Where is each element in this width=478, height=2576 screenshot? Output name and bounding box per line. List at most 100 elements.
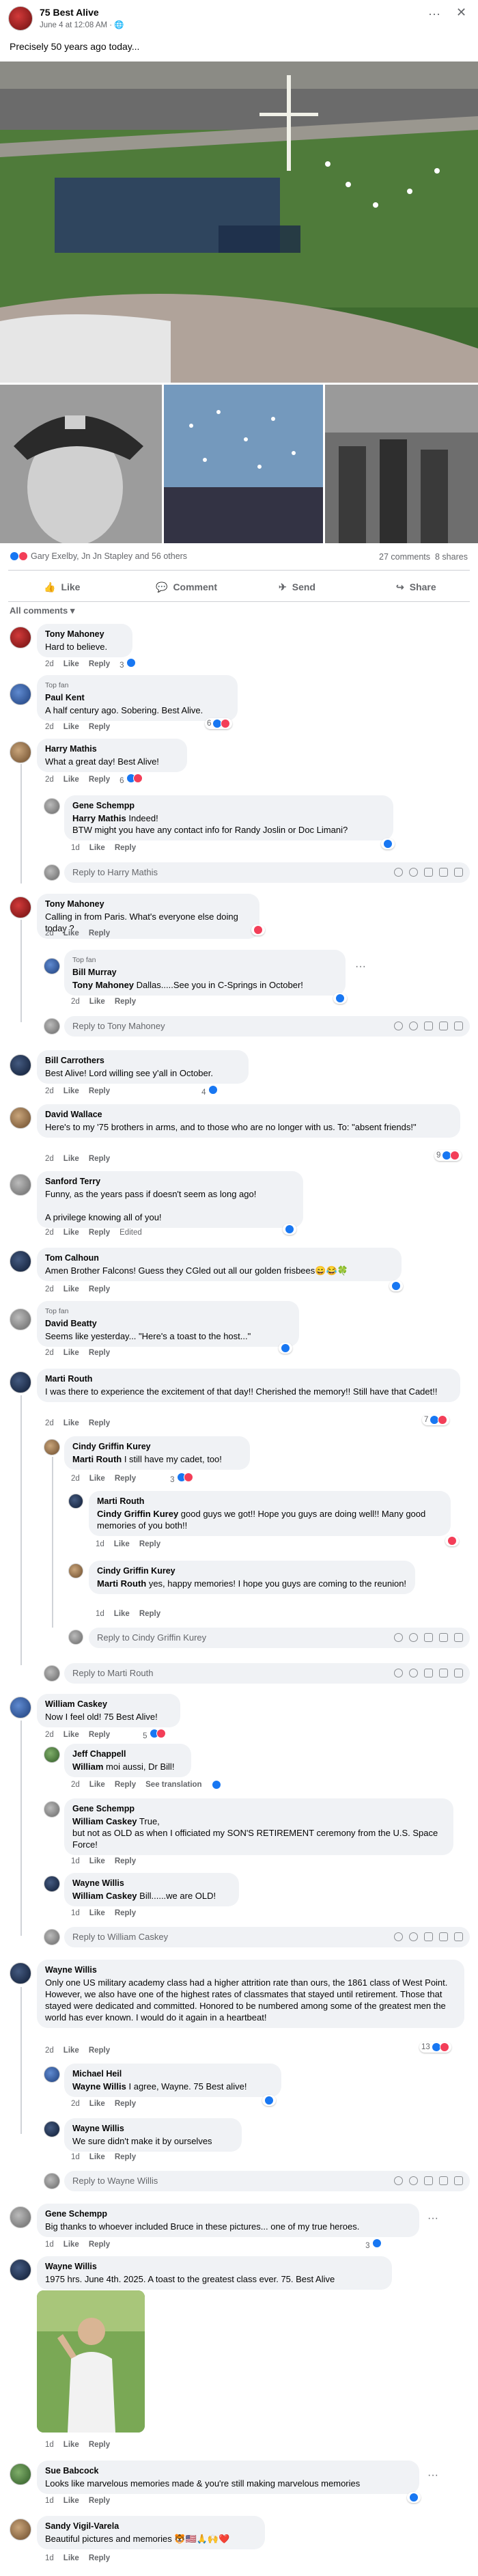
comment-author[interactable]: Gene Schempp: [72, 1803, 445, 1815]
comment-author[interactable]: Paul Kent: [45, 692, 229, 704]
avatar[interactable]: [10, 1697, 31, 1718]
reaction-count[interactable]: 6: [205, 718, 233, 729]
page-name[interactable]: 75 Best Alive: [40, 7, 99, 18]
like-link[interactable]: Like: [64, 660, 79, 668]
comment-author[interactable]: Cindy Griffin Kurey: [97, 1565, 407, 1577]
avatar[interactable]: [10, 683, 31, 705]
avatar[interactable]: [10, 2519, 31, 2540]
mention[interactable]: Harry Mathis: [72, 813, 126, 823]
comment-author[interactable]: Sandy Vigil-Varela: [45, 2521, 257, 2532]
reaction-count[interactable]: [251, 924, 265, 935]
reply-input[interactable]: Reply to William Caskey: [64, 1927, 470, 1947]
reply-link[interactable]: Reply: [89, 660, 110, 668]
mention[interactable]: Marti Routh: [97, 1578, 146, 1589]
avatar[interactable]: [44, 1439, 60, 1455]
mention[interactable]: Wayne Willis: [72, 2081, 126, 2092]
comment-author[interactable]: Wayne Willis: [72, 2123, 234, 2135]
avatar[interactable]: [10, 741, 31, 763]
more-options-icon[interactable]: ···: [355, 961, 366, 973]
avatar[interactable]: [10, 1371, 31, 1393]
comment-author[interactable]: David Wallace: [45, 1109, 452, 1121]
reply-input[interactable]: Reply to Tony Mahoney: [64, 1016, 470, 1037]
close-icon[interactable]: ✕: [456, 5, 466, 20]
reply-input[interactable]: Reply to Marti Routh: [64, 1663, 470, 1684]
comment-author[interactable]: Tom Calhoun: [45, 1252, 393, 1264]
mention[interactable]: William: [72, 1762, 103, 1772]
comment-button[interactable]: 💬 Comment: [156, 575, 217, 599]
photo-cadet-portrait[interactable]: [0, 385, 162, 543]
reaction-count[interactable]: [279, 1343, 292, 1354]
reaction-count[interactable]: [333, 993, 347, 1004]
avatar[interactable]: [44, 2121, 60, 2137]
comment-author[interactable]: Tony Mahoney: [45, 629, 124, 640]
comments-count[interactable]: 27 comments: [379, 552, 430, 562]
avatar[interactable]: [10, 1962, 31, 1984]
avatar[interactable]: [68, 1494, 83, 1509]
reaction-count[interactable]: [445, 1535, 459, 1546]
mention[interactable]: Tony Mahoney: [72, 980, 134, 990]
comment-photo[interactable]: [37, 2290, 145, 2433]
avatar[interactable]: [10, 1250, 31, 1272]
reaction-count[interactable]: 7: [422, 1414, 450, 1425]
photo-cadets-crowd[interactable]: [325, 385, 478, 543]
comment-author[interactable]: Wayne Willis: [45, 2261, 384, 2273]
avatar[interactable]: [68, 1563, 83, 1578]
avatar[interactable]: [10, 2206, 31, 2228]
comments-filter[interactable]: All comments ▾: [10, 605, 74, 616]
avatar[interactable]: [10, 896, 31, 918]
comment-author[interactable]: Wayne Willis: [45, 1964, 456, 1976]
avatar[interactable]: [44, 2066, 60, 2083]
reply-input[interactable]: Reply to Harry Mathis: [64, 862, 470, 883]
page-avatar[interactable]: [8, 6, 33, 31]
send-button[interactable]: ✈ Send: [279, 575, 315, 599]
avatar[interactable]: [10, 627, 31, 648]
photo-hat-toss[interactable]: [164, 385, 323, 543]
comment-author[interactable]: Michael Heil: [72, 2068, 273, 2080]
post-timestamp[interactable]: June 4 at 12:08 AM · 🌐: [40, 20, 124, 29]
more-options-icon[interactable]: ···: [427, 2469, 438, 2482]
comment-author[interactable]: William Caskey: [45, 1699, 172, 1710]
comment-author[interactable]: Marti Routh: [45, 1373, 452, 1385]
reactions-summary[interactable]: Gary Exelby, Jn Jn Stapley and 56 others: [10, 551, 187, 561]
reaction-count[interactable]: 9: [434, 1150, 462, 1161]
mention[interactable]: Cindy Griffin Kurey: [97, 1509, 178, 1519]
avatar[interactable]: [10, 2463, 31, 2485]
avatar[interactable]: [44, 798, 60, 814]
avatar[interactable]: [10, 1107, 31, 1129]
comment-author[interactable]: Bill Carrothers: [45, 1055, 240, 1067]
comment-author[interactable]: Wayne Willis: [72, 1878, 231, 1889]
avatar[interactable]: [44, 1801, 60, 1818]
comment-author[interactable]: David Beatty: [45, 1318, 291, 1330]
comment-author[interactable]: Gene Schempp: [45, 2208, 411, 2220]
comment-author[interactable]: Gene Schempp: [72, 800, 385, 812]
comment-author[interactable]: Bill Murray: [72, 967, 337, 978]
like-button[interactable]: 👍 Like: [44, 575, 80, 599]
avatar[interactable]: [44, 1746, 60, 1763]
avatar[interactable]: [44, 1876, 60, 1892]
mention[interactable]: William Caskey: [72, 1891, 137, 1901]
more-options-icon[interactable]: ···: [427, 2212, 438, 2225]
share-button[interactable]: ↪ Share: [396, 575, 436, 599]
more-options-icon[interactable]: ···: [428, 7, 440, 21]
comment-author[interactable]: Marti Routh: [97, 1496, 442, 1507]
comment-author[interactable]: Cindy Griffin Kurey: [72, 1441, 242, 1453]
reaction-count[interactable]: [262, 2095, 276, 2106]
avatar[interactable]: [10, 1308, 31, 1330]
reaction-count[interactable]: 13: [419, 2042, 451, 2053]
avatar[interactable]: [10, 2259, 31, 2281]
shares-count[interactable]: 8 shares: [435, 552, 468, 562]
comment-author[interactable]: Harry Mathis: [45, 743, 179, 755]
comment-author[interactable]: Sanford Terry: [45, 1176, 295, 1188]
reply-input[interactable]: Reply to Wayne Willis: [64, 2171, 470, 2191]
reaction-count[interactable]: [389, 1280, 403, 1291]
mention[interactable]: Marti Routh: [72, 1454, 122, 1464]
comment-author[interactable]: Sue Babcock: [45, 2465, 411, 2477]
avatar[interactable]: [44, 958, 60, 974]
reaction-count[interactable]: [407, 2492, 421, 2503]
comment-author[interactable]: Jeff Chappell: [72, 1749, 183, 1760]
comment-time[interactable]: 2d: [45, 660, 54, 668]
mention[interactable]: William Caskey: [72, 1816, 137, 1826]
reply-input[interactable]: Reply to Cindy Griffin Kurey: [89, 1628, 470, 1648]
reaction-count[interactable]: [283, 1224, 296, 1235]
comment-author[interactable]: Tony Mahoney: [45, 899, 251, 910]
